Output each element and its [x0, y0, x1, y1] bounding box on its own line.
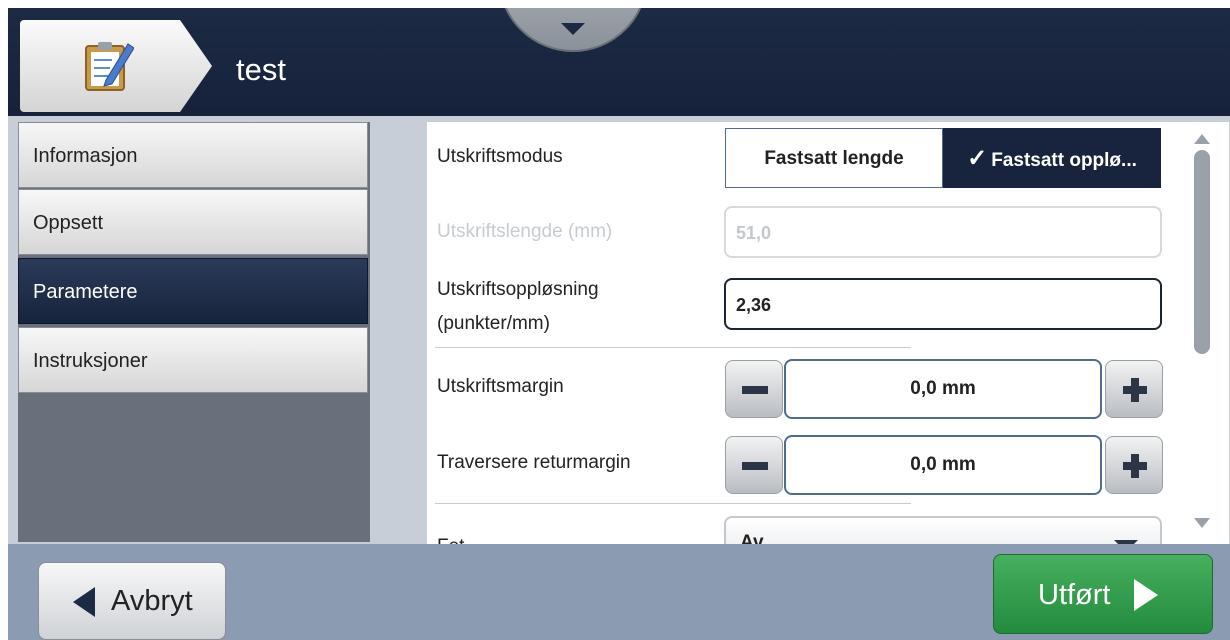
print-resolution-label-line2: (punkter/mm): [437, 313, 550, 334]
plus-icon-stroke: [1131, 378, 1139, 402]
sidebar: Informasjon Oppsett Parametere Instruksj…: [18, 122, 370, 542]
divider: [435, 347, 911, 348]
minus-icon: [742, 386, 768, 394]
scrollbar[interactable]: [1175, 122, 1229, 544]
checkmark-icon: ✓: [967, 145, 988, 172]
sidebar-item-label: Informasjon: [33, 145, 138, 167]
print-resolution-label-line1: Utskriftsoppløsning: [437, 279, 599, 300]
print-margin-value[interactable]: 0,0 mm: [784, 359, 1102, 419]
bold-select[interactable]: Av: [724, 516, 1162, 544]
screen: test Informasjon Oppsett Parametere Inst…: [0, 0, 1230, 640]
reverse-margin-label: Traversere returmargin: [437, 452, 631, 473]
print-length-label: Utskriftslengde (mm): [437, 221, 613, 242]
bold-label: Fet: [437, 534, 464, 544]
plus-icon-stroke: [1131, 454, 1139, 478]
print-margin-increment-button[interactable]: [1105, 360, 1163, 418]
header-bar: test: [8, 8, 1230, 116]
footer-bar: Avbryt Utført: [8, 544, 1230, 640]
cancel-button[interactable]: Avbryt: [38, 562, 226, 640]
print-mode-fixed-resolution-button[interactable]: ✓ Fastsatt opplø...: [943, 128, 1161, 188]
sidebar-item-instruksjoner[interactable]: Instruksjoner: [18, 327, 368, 393]
chevron-down-icon: [561, 23, 585, 35]
print-mode-fixed-length-button[interactable]: Fastsatt lengde: [725, 128, 943, 188]
reverse-margin-decrement-button[interactable]: [725, 436, 783, 494]
clipboard-edit-icon: [85, 42, 134, 91]
forward-arrow-icon: [1134, 579, 1158, 611]
parameters-panel: Utskriftsmodus Fastsatt lengde ✓ Fastsatt…: [427, 122, 1175, 544]
sidebar-item-oppsett[interactable]: Oppsett: [18, 189, 368, 255]
app-frame: test Informasjon Oppsett Parametere Inst…: [8, 8, 1230, 640]
breadcrumb-home[interactable]: [20, 20, 212, 112]
print-resolution-field[interactable]: 2,36: [724, 278, 1162, 330]
dropdown-handle[interactable]: [498, 8, 648, 52]
main-area: Informasjon Oppsett Parametere Instruksj…: [8, 116, 1230, 544]
scroll-down-icon[interactable]: [1194, 518, 1210, 528]
divider: [435, 503, 911, 504]
print-margin-decrement-button[interactable]: [725, 360, 783, 418]
done-button-label: Utført: [1038, 579, 1111, 611]
scroll-up-icon[interactable]: [1194, 134, 1210, 144]
bold-select-value: Av: [740, 532, 764, 544]
sidebar-item-label: Oppsett: [33, 212, 104, 234]
sidebar-item-informasjon[interactable]: Informasjon: [18, 122, 368, 188]
sidebar-item-label: Parametere: [33, 281, 138, 303]
cancel-button-label: Avbryt: [111, 585, 193, 617]
scroll-thumb[interactable]: [1194, 150, 1210, 354]
done-button[interactable]: Utført: [993, 554, 1213, 634]
print-length-field: 51,0: [724, 206, 1162, 258]
print-mode-option-label: Fastsatt lengde: [764, 148, 904, 169]
print-mode-option-label: Fastsatt opplø...: [991, 150, 1137, 171]
sidebar-item-parametere[interactable]: Parametere: [18, 258, 368, 324]
sidebar-item-label: Instruksjoner: [33, 350, 148, 372]
minus-icon: [742, 462, 768, 470]
page-title: test: [236, 52, 286, 87]
print-mode-label: Utskriftsmodus: [437, 146, 563, 167]
back-arrow-icon: [73, 587, 95, 617]
reverse-margin-increment-button[interactable]: [1105, 436, 1163, 494]
print-margin-label: Utskriftsmargin: [437, 376, 564, 397]
reverse-margin-value[interactable]: 0,0 mm: [784, 435, 1102, 495]
